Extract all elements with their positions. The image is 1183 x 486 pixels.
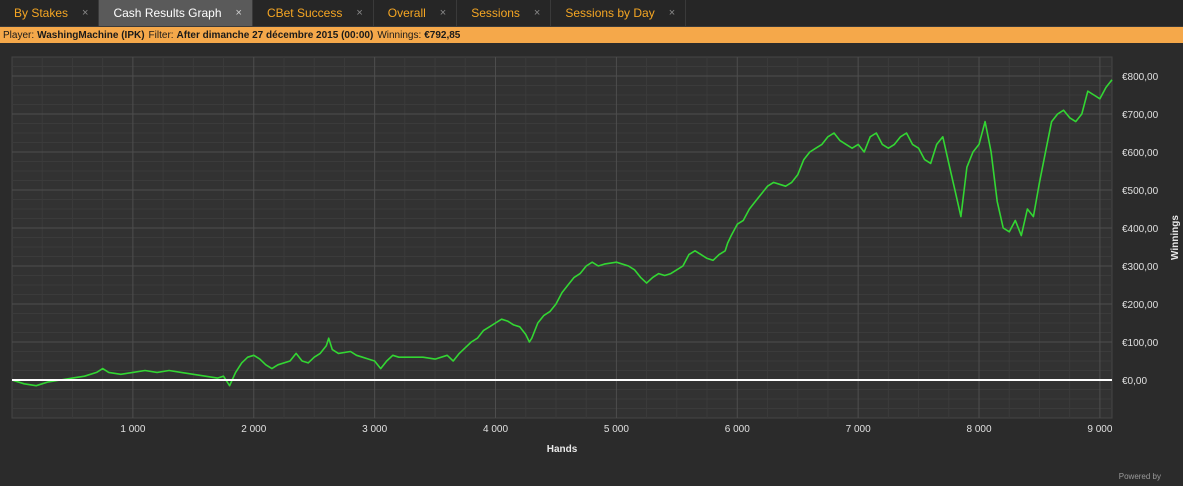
close-icon[interactable]: × <box>669 7 675 19</box>
y-tick-label: €200,00 <box>1122 300 1159 311</box>
y-tick-label: €700,00 <box>1122 110 1159 121</box>
tab-cbet-success[interactable]: CBet Success × <box>253 0 374 26</box>
chart-svg: 1 000 2 000 3 000 4 000 5 000 6 000 7 000 8 000… <box>11 56 1181 455</box>
y-tick-label: €0,00 <box>1122 376 1147 387</box>
y-tick-label: €100,00 <box>1122 338 1159 349</box>
x-tick-label: 1 000 <box>120 424 145 435</box>
close-icon[interactable]: × <box>356 7 362 19</box>
powered-by-label: Powered by <box>1118 472 1161 481</box>
tab-label: By Stakes <box>14 6 69 20</box>
tab-overall[interactable]: Overall × <box>374 0 458 26</box>
tab-label: Sessions by Day <box>565 6 655 20</box>
tab-bar: By Stakes × Cash Results Graph × CBet Succes… <box>0 0 1183 27</box>
x-tick-label: 6 000 <box>725 424 750 435</box>
y-tick-label: €400,00 <box>1122 224 1159 235</box>
y-tick-label: €300,00 <box>1122 262 1159 273</box>
tab-sessions[interactable]: Sessions × <box>457 0 552 26</box>
close-icon[interactable]: × <box>534 7 540 19</box>
tab-label: CBet Success <box>266 6 343 20</box>
filter-bar: Player: WashingMachine (IPK) Filter: Aft… <box>0 27 1183 43</box>
y-tick-label: €800,00 <box>1122 72 1159 83</box>
y-tick-label: €500,00 <box>1122 186 1159 197</box>
tab-cash-results-graph[interactable]: Cash Results Graph × <box>99 0 253 26</box>
y-axis-label: Winnings <box>1170 215 1181 260</box>
x-tick-label: 9 000 <box>1087 424 1112 435</box>
winnings-value: €792,85 <box>424 29 461 41</box>
player-label: Player: <box>3 29 35 41</box>
x-tick-label: 2 000 <box>241 424 266 435</box>
tab-label: Cash Results Graph <box>113 6 222 20</box>
x-tick-label: 7 000 <box>846 424 871 435</box>
tab-label: Sessions <box>471 6 520 20</box>
close-icon[interactable]: × <box>236 7 242 19</box>
x-tick-label: 8 000 <box>967 424 992 435</box>
y-tick-label: €600,00 <box>1122 148 1159 159</box>
winnings-label: Winnings: <box>377 29 422 41</box>
tab-by-stakes[interactable]: By Stakes × <box>0 0 100 26</box>
filter-value: After dimanche 27 décembre 2015 (00:00) <box>176 29 374 41</box>
x-tick-label: 4 000 <box>483 424 508 435</box>
player-value: WashingMachine (IPK) <box>37 29 145 41</box>
filter-label: Filter: <box>148 29 174 41</box>
x-tick-label: 3 000 <box>362 424 387 435</box>
close-icon[interactable]: × <box>440 7 446 19</box>
close-icon[interactable]: × <box>82 7 88 19</box>
x-tick-label: 5 000 <box>604 424 629 435</box>
x-axis-label: Hands <box>547 444 578 455</box>
tab-sessions-by-day[interactable]: Sessions by Day × <box>551 0 687 26</box>
cash-results-chart: 1 000 2 000 3 000 4 000 5 000 6 000 7 000 8 000… <box>0 44 1183 481</box>
tab-label: Overall <box>387 6 426 20</box>
